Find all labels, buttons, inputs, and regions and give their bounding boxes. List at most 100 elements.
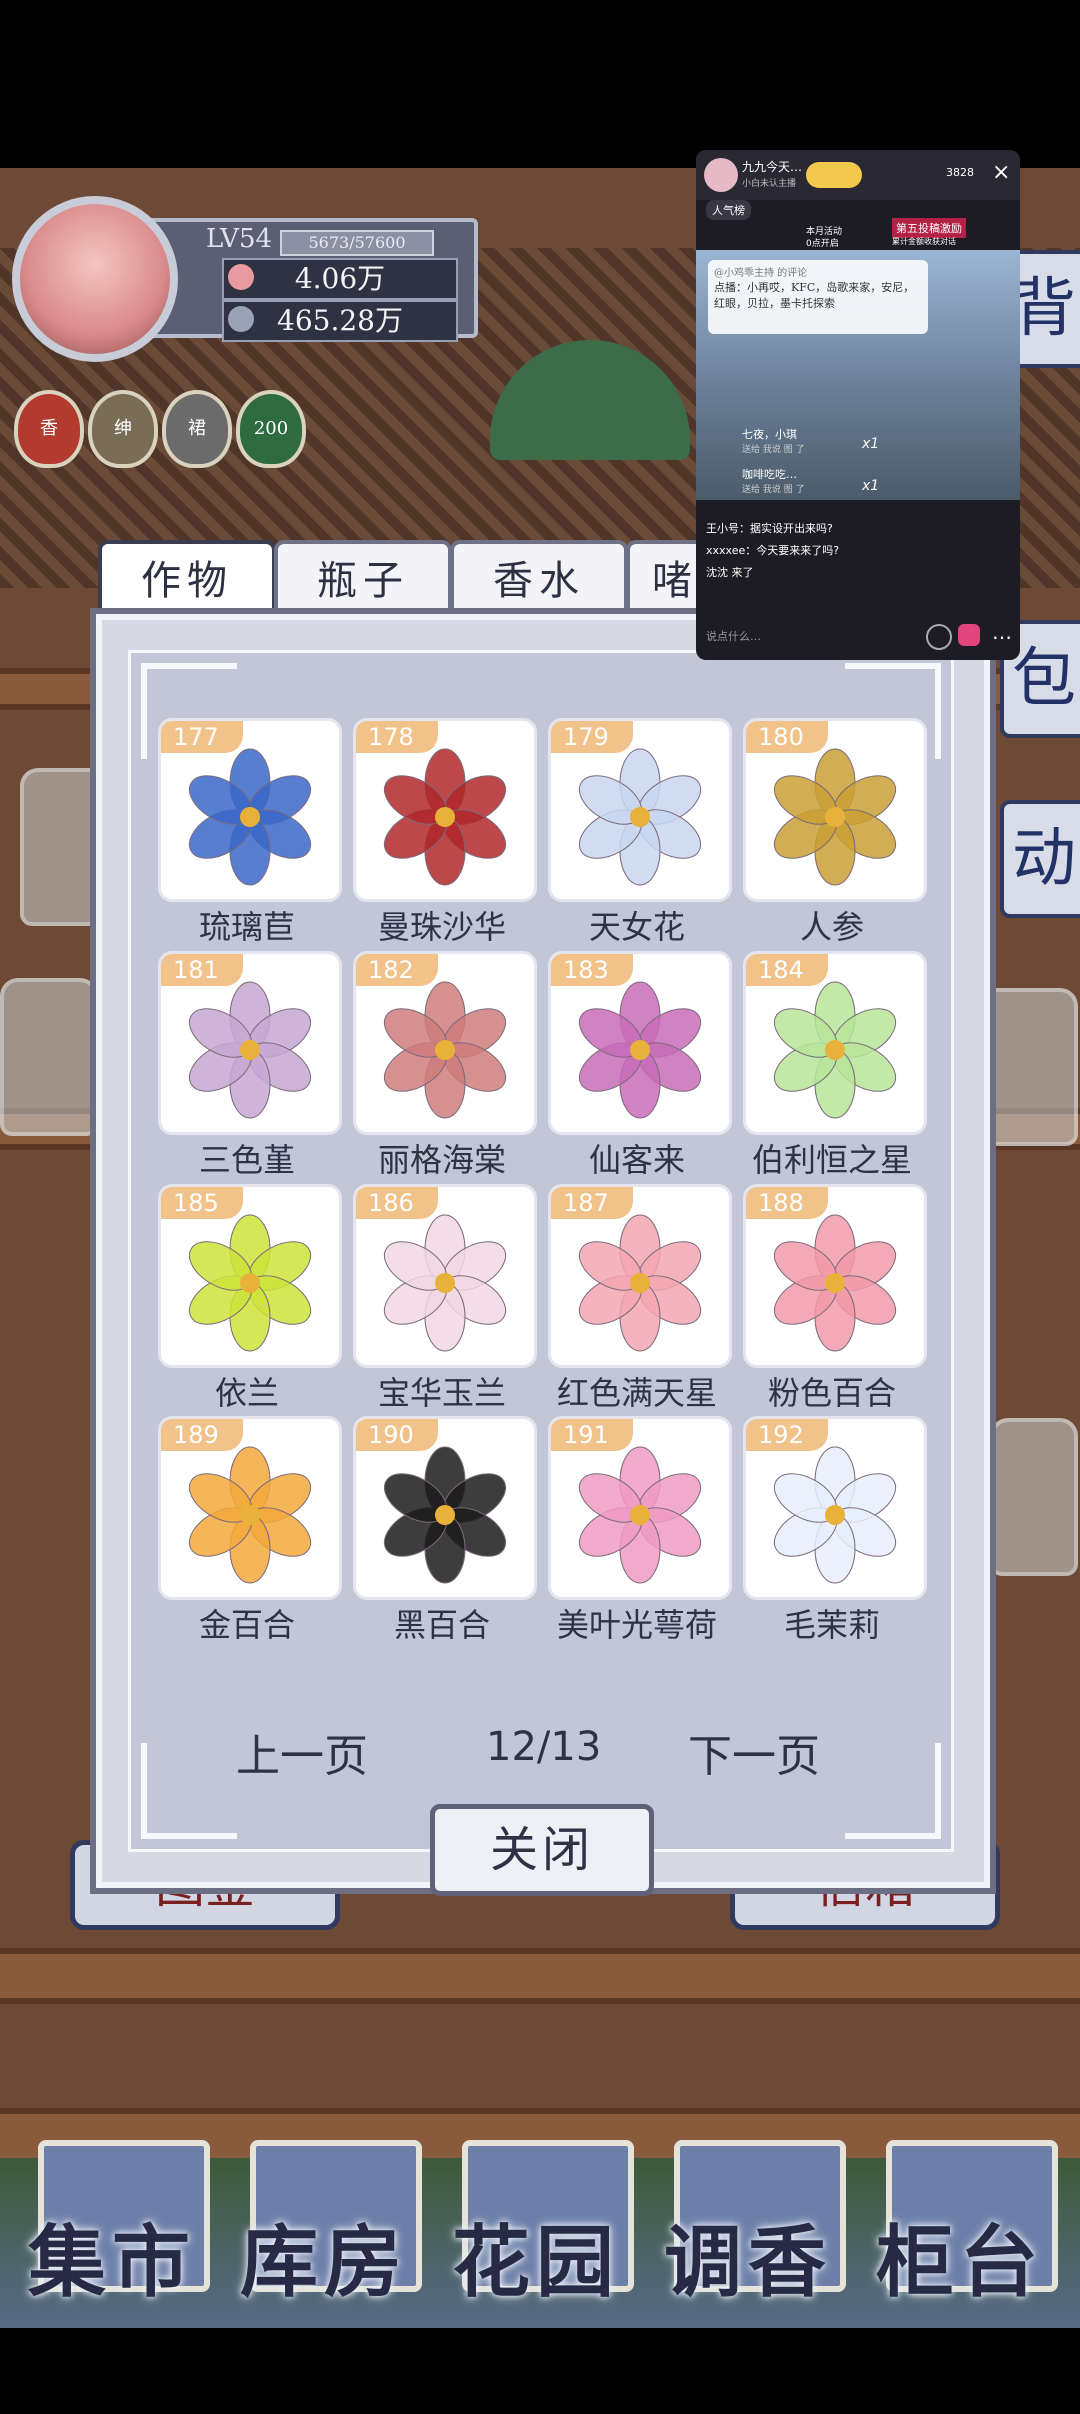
item-number: 181 — [161, 954, 243, 986]
item-name: 伯利恒之星 — [751, 1141, 912, 1179]
item-card[interactable]: 180 — [743, 718, 927, 902]
page-indicator: 12/13 — [486, 1724, 602, 1770]
item-number: 177 — [161, 721, 243, 753]
live-stream-window[interactable]: 九九今天… 小白未认主播 3828 × 人气榜 本月活动 0点开启 第五投稿激励… — [696, 150, 1020, 660]
item-card[interactable]: 186 — [353, 1184, 537, 1368]
close-button[interactable]: 关闭 — [430, 1804, 654, 1896]
streamer-subtitle: 小白未认主播 — [742, 179, 797, 189]
player-level: LV54 — [206, 224, 273, 254]
gift-msg: 送给 我说 图 了 — [742, 485, 805, 495]
leaf-icon — [228, 306, 254, 332]
frame-corner — [845, 1743, 941, 1839]
gift-user: 咖啡吃吃… — [742, 468, 797, 481]
leaves-value: 465.28万 — [277, 304, 403, 337]
item-name: 依兰 — [214, 1374, 279, 1412]
next-page-button[interactable]: 下一页 — [688, 1720, 820, 1784]
item-card[interactable]: 187 — [548, 1184, 732, 1368]
item-card[interactable]: 177 — [158, 718, 342, 902]
streamer-avatar[interactable] — [704, 158, 738, 192]
tab-bottles[interactable]: 瓶子 — [274, 540, 452, 618]
nav-counter[interactable]: 柜台 — [876, 2200, 1044, 2312]
jar-decoration — [0, 978, 98, 1136]
promo-sub: 累计金额收获对话 — [892, 237, 956, 246]
nav-market[interactable]: 集市 — [28, 2200, 196, 2312]
coins-value: 4.06万 — [294, 262, 386, 295]
prev-page-button[interactable]: 上一页 — [236, 1720, 368, 1784]
chat-line: 沈沈 来了 — [706, 564, 754, 580]
chat-user: 王小号 — [706, 522, 739, 535]
item-card[interactable]: 190 — [353, 1416, 537, 1600]
item-name: 黑百合 — [393, 1606, 490, 1644]
item-name: 金百合 — [198, 1606, 295, 1644]
exp-bar: 5673/57600 — [280, 230, 434, 256]
follow-button[interactable] — [806, 162, 862, 188]
chat-input[interactable]: 说点什么… — [706, 628, 761, 644]
item-number: 192 — [746, 1419, 828, 1451]
chat-line: 王小号：据实设开出来吗? — [706, 522, 833, 535]
emoji-icon[interactable] — [926, 624, 952, 650]
jar-decoration — [20, 768, 108, 926]
frame-corner — [141, 1743, 237, 1839]
item-card[interactable]: 178 — [353, 718, 537, 902]
tab-crops[interactable]: 作物 — [98, 540, 276, 618]
item-number: 182 — [356, 954, 438, 986]
status-badge-gentleman[interactable]: 绅 — [88, 390, 158, 468]
gift-count: x1 — [862, 478, 880, 494]
viewer-count: 3828 — [946, 166, 974, 179]
nav-storage[interactable]: 库房 — [240, 2200, 408, 2312]
item-card[interactable]: 185 — [158, 1184, 342, 1368]
item-name: 仙客来 — [588, 1141, 685, 1179]
item-card[interactable]: 188 — [743, 1184, 927, 1368]
status-badge-skirt[interactable]: 裙 — [162, 390, 232, 468]
item-card[interactable]: 182 — [353, 951, 537, 1135]
item-number: 190 — [356, 1419, 438, 1451]
item-number: 191 — [551, 1419, 633, 1451]
item-card[interactable]: 191 — [548, 1416, 732, 1600]
promo-banner[interactable]: 第五投稿激励 — [892, 218, 966, 238]
gift-user: 七夜，小琪 — [742, 428, 797, 441]
player-avatar[interactable] — [12, 196, 178, 362]
gift-count: x1 — [862, 436, 880, 452]
item-number: 185 — [161, 1187, 243, 1219]
chat-line: xxxxee：今天要来来了吗? — [706, 544, 840, 557]
item-number: 188 — [746, 1187, 828, 1219]
jar-decoration — [990, 1418, 1078, 1576]
nav-blend[interactable]: 调香 — [664, 2200, 832, 2312]
item-card[interactable]: 183 — [548, 951, 732, 1135]
status-badge-fragrance[interactable]: 香 — [14, 390, 84, 468]
streamer-name: 九九今天… — [742, 160, 803, 174]
item-card[interactable]: 181 — [158, 951, 342, 1135]
item-card[interactable]: 179 — [548, 718, 732, 902]
status-badge-200[interactable]: 200 — [236, 390, 306, 468]
close-icon[interactable]: × — [992, 160, 1010, 185]
pinned-comment-head: @小鸡乖主持 的评论 — [714, 268, 808, 279]
item-card[interactable]: 192 — [743, 1416, 927, 1600]
item-name: 丽格海棠 — [377, 1141, 506, 1179]
side-tab-activity[interactable]: 动 — [1000, 800, 1080, 918]
item-card[interactable]: 184 — [743, 951, 927, 1135]
chat-user: 沈沈 — [706, 566, 728, 579]
chat-user: xxxxee — [706, 544, 746, 557]
gift-icon[interactable] — [958, 624, 980, 646]
tab-perfume[interactable]: 香水 — [450, 540, 628, 618]
chat-text: 来了 — [731, 566, 754, 579]
pinned-comment: @小鸡乖主持 的评论 点播：小再哎，KFC，岛歌来家，安尼，红眼，贝拉，墨卡托探… — [708, 260, 928, 334]
item-number: 180 — [746, 721, 828, 753]
chat-text: 今天要来来了吗? — [756, 544, 840, 557]
item-name: 天女花 — [588, 908, 685, 946]
item-name: 人参 — [799, 908, 864, 946]
item-number: 183 — [551, 954, 633, 986]
item-name: 毛茉莉 — [783, 1606, 880, 1644]
item-number: 187 — [551, 1187, 633, 1219]
item-number: 189 — [161, 1419, 243, 1451]
coins-display: 4.06万 — [222, 258, 458, 300]
item-name: 红色满天星 — [556, 1374, 717, 1412]
ranking-label[interactable]: 人气榜 — [706, 200, 751, 220]
shelf-plank — [0, 1948, 1080, 2004]
more-icon[interactable]: … — [992, 620, 1012, 644]
item-name: 三色堇 — [198, 1141, 295, 1179]
nav-garden[interactable]: 花园 — [452, 2200, 620, 2312]
item-name: 美叶光萼荷 — [556, 1606, 717, 1644]
item-card[interactable]: 189 — [158, 1416, 342, 1600]
activity-line-2: 0点开启 — [806, 239, 839, 249]
